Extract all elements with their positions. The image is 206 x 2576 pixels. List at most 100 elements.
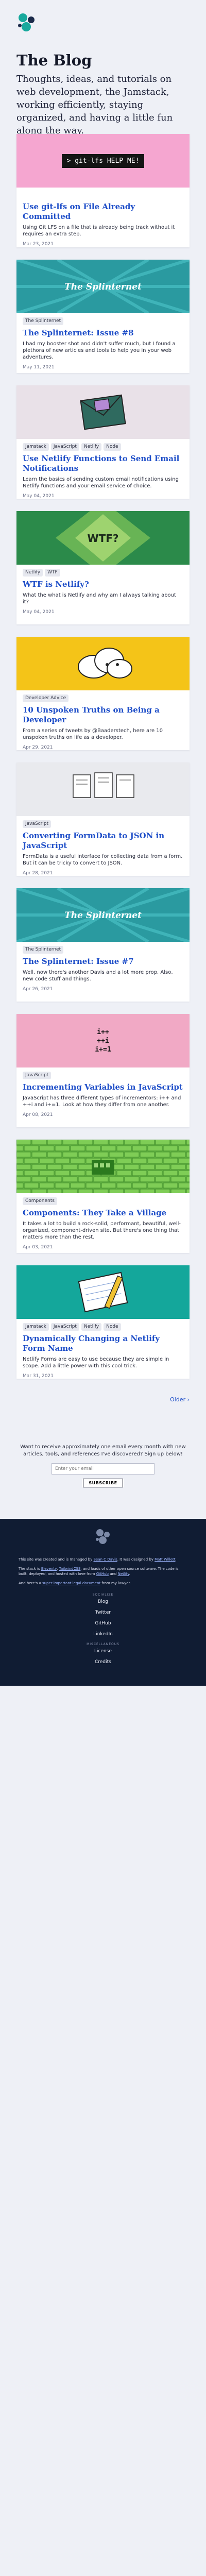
post-thumbnail[interactable] <box>16 1265 190 1319</box>
post-tag[interactable]: Netlify <box>81 1323 102 1331</box>
post-excerpt: JavaScript has three different types of … <box>23 1095 181 1108</box>
code-banner: > git-lfs HELP ME! <box>61 154 145 168</box>
post-title-link[interactable]: WTF is Netlify? <box>23 580 183 589</box>
footer-link[interactable]: LinkedIn <box>19 1632 187 1637</box>
post-card[interactable]: The Splinternet The Splinternet The Splint… <box>16 888 190 1002</box>
netlify-link[interactable]: Netlify <box>118 1572 129 1576</box>
post-title-link[interactable]: Components: They Take a Village <box>23 1208 183 1218</box>
footer-link[interactable]: Credits <box>19 1659 187 1665</box>
post-date: Mar 23, 2021 <box>23 242 54 247</box>
post-title-link[interactable]: Incrementing Variables in JavaScript <box>23 1082 183 1092</box>
post-thumbnail[interactable] <box>16 637 190 690</box>
github-link[interactable]: GitHub <box>96 1572 109 1576</box>
incrementors-list: i++ ++i i+=1 <box>16 1014 190 1067</box>
post-tag[interactable]: Netlify <box>81 443 102 451</box>
post-thumbnail[interactable] <box>16 385 190 439</box>
post-tag[interactable]: Node <box>104 1323 121 1331</box>
form-documents-illustration <box>73 772 134 798</box>
post-thumbnail[interactable] <box>16 1140 190 1193</box>
post-thumbnail[interactable]: The Splinternet <box>16 260 190 313</box>
subscribe-button[interactable]: SUBSCRIBE <box>83 1478 123 1487</box>
post-excerpt: Well, now there's another Davis and a lo… <box>23 970 173 982</box>
post-tag[interactable]: Node <box>104 443 121 451</box>
post-excerpt: What the what is Netlify and why am I al… <box>23 592 176 605</box>
post-date: Mar 31, 2021 <box>23 1374 54 1379</box>
post-date: May 04, 2021 <box>23 494 55 499</box>
post-thumbnail[interactable] <box>16 762 190 816</box>
post-tag[interactable]: Netlify <box>23 569 43 577</box>
post-card[interactable]: Components Components: They Take a Villag… <box>16 1140 190 1253</box>
incrementor-line: ++i <box>97 1037 109 1045</box>
author-link[interactable]: Sean C Davis <box>93 1557 117 1562</box>
hero: The Blog Thoughts, ideas, and tutorials … <box>0 40 206 136</box>
footer-legal: And here's a super important legal docum… <box>19 1581 131 1585</box>
post-card[interactable]: Developer Advice 10 Unspoken Truths on Be… <box>16 637 190 750</box>
post-tags: Jamstack JavaScript Netlify Node <box>23 1323 183 1331</box>
post-card[interactable]: Jamstack JavaScript Netlify Node Dynamically… <box>16 1265 190 1379</box>
post-tags: Developer Advice <box>23 694 183 702</box>
post-thumbnail[interactable]: The Splinternet <box>16 888 190 942</box>
eleventy-link[interactable]: Eleventy <box>41 1567 57 1571</box>
post-excerpt: It takes a lot to build a rock-solid, pe… <box>23 1221 181 1240</box>
site-footer: This site was created and is managed by … <box>0 1519 206 1686</box>
post-thumbnail[interactable]: > git-lfs HELP ME! <box>16 134 190 188</box>
post-tag[interactable]: JavaScript <box>50 1323 79 1331</box>
post-title-link[interactable]: The Splinternet: Issue #8 <box>23 328 183 338</box>
post-excerpt: Using Git LFS on a file that is already … <box>23 225 175 237</box>
post-tag[interactable]: JavaScript <box>50 443 79 451</box>
post-card[interactable]: Jamstack JavaScript Netlify Node Use Netlify… <box>16 385 190 499</box>
older-posts-link[interactable]: Older › <box>170 1396 190 1403</box>
splinternet-logo-text: The Splinternet <box>64 282 142 292</box>
post-tag[interactable]: The Splinternet <box>23 317 64 325</box>
tailwind-link[interactable]: TailwindCSS <box>59 1567 81 1571</box>
post-tag[interactable]: Developer Advice <box>23 694 69 702</box>
post-thumbnail[interactable]: i++ ++i i+=1 <box>16 1014 190 1067</box>
post-tag[interactable]: Components <box>23 1197 57 1205</box>
notebook-pencil-illustration <box>78 1272 128 1313</box>
post-title-link[interactable]: The Splinternet: Issue #7 <box>23 957 183 967</box>
post-thumbnail[interactable]: WTF? <box>16 511 190 565</box>
footer-logo[interactable] <box>94 1528 112 1546</box>
post-title-link[interactable]: Dynamically Changing a Netlify Form Name <box>23 1334 183 1353</box>
post-card[interactable]: > git-lfs HELP ME! Use git-lfs on File Al… <box>16 134 190 247</box>
page-subtitle: Thoughts, ideas, and tutorials on web de… <box>16 74 173 136</box>
post-date: May 11, 2021 <box>23 365 55 370</box>
post-tags <box>23 192 183 199</box>
post-title-link[interactable]: Use git-lfs on File Already Committed <box>23 202 183 222</box>
splinternet-logo-text: The Splinternet <box>64 910 142 921</box>
footer-link[interactable]: Twitter <box>19 1610 187 1615</box>
post-tag[interactable]: JavaScript <box>23 1072 52 1079</box>
footer-stack: The stack is Eleventy, TailwindCSS, and … <box>19 1567 179 1576</box>
footer-link[interactable]: GitHub <box>19 1621 187 1626</box>
post-list: > git-lfs HELP ME! Use git-lfs on File Al… <box>0 134 206 1379</box>
footer-nav: SOCIALIZE Blog Twitter GitHub LinkedIn MISC… <box>19 1593 187 1665</box>
post-tag[interactable]: WTF <box>45 569 60 577</box>
post-tags: JavaScript <box>23 820 183 828</box>
post-title-link[interactable]: Converting FormData to JSON in JavaScrip… <box>23 831 183 851</box>
post-excerpt: Learn the basics of sending custom email… <box>23 477 179 489</box>
legal-link[interactable]: super important legal document <box>42 1581 100 1585</box>
post-tags: The Splinternet <box>23 317 183 325</box>
designer-link[interactable]: Matt Willett <box>154 1557 175 1562</box>
post-tag[interactable]: The Splinternet <box>23 946 64 954</box>
footer-link[interactable]: Blog <box>19 1599 187 1604</box>
newsletter-email-input[interactable] <box>52 1463 154 1475</box>
footer-section-socialize: SOCIALIZE <box>92 1593 114 1597</box>
footer-link[interactable]: License <box>19 1649 187 1654</box>
post-card[interactable]: JavaScript Converting FormData to JSON in… <box>16 762 190 876</box>
post-date: Apr 29, 2021 <box>23 745 53 750</box>
envelope-icon <box>80 394 126 430</box>
post-card[interactable]: WTF? Netlify WTF WTF is Netlify? What the wh… <box>16 511 190 624</box>
post-card[interactable]: i++ ++i i+=1 JavaScript Incrementing Variabl… <box>16 1014 190 1127</box>
newsletter-text: Want to receive approximately one email … <box>20 1444 186 1457</box>
post-tags: The Splinternet <box>23 946 183 954</box>
post-card[interactable]: The Splinternet The Splinternet The Splint… <box>16 260 190 373</box>
post-tag[interactable]: JavaScript <box>23 820 52 828</box>
post-tag[interactable]: Jamstack <box>23 1323 49 1331</box>
post-title-link[interactable]: 10 Unspoken Truths on Being a Developer <box>23 705 183 725</box>
post-title-link[interactable]: Use Netlify Functions to Send Email Noti… <box>23 454 183 473</box>
page-title: The Blog <box>16 52 92 69</box>
splinternet-illustration: The Splinternet <box>16 260 190 313</box>
post-tag[interactable]: Jamstack <box>23 443 49 451</box>
post-excerpt: FormData is a useful interface for colle… <box>23 854 183 866</box>
